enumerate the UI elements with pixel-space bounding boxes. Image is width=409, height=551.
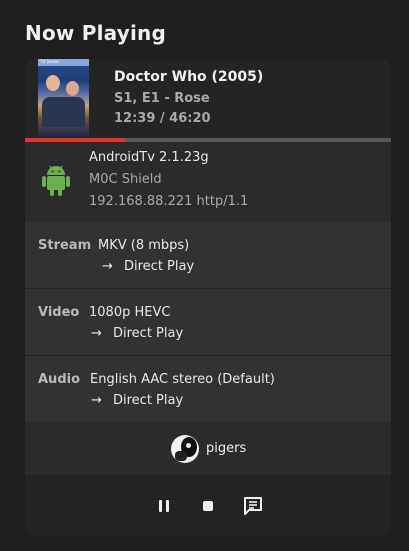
media-header[interactable]: TV Series Doctor Who (2005) S1, E1 - Ros… [25,59,391,138]
video-value: 1080p HEVC [89,305,171,320]
audio-mode: Direct Play [113,393,184,408]
stream-direct-play: → Direct Play [102,259,194,274]
media-title: Doctor Who (2005) [114,69,264,85]
audio-direct-play: → Direct Play [91,393,183,408]
now-playing-card: TV Series Doctor Who (2005) S1, E1 - Ros… [25,59,391,536]
device-name: M0C Shield [89,172,162,187]
video-row: Video 1080p HEVC → Direct Play [25,289,391,355]
arrow-right-icon: → [102,259,113,274]
stream-label: Stream [38,238,92,253]
video-direct-play: → Direct Play [91,326,183,341]
username: pigers [206,441,247,456]
video-label: Video [38,305,80,320]
stream-row: Stream MKV (8 mbps) → Direct Play [25,222,391,288]
playback-controls [25,475,391,536]
pause-icon[interactable] [153,495,175,517]
stream-mode: Direct Play [124,259,195,274]
arrow-right-icon: → [91,393,102,408]
device-app: AndroidTv 2.1.23g [89,150,209,165]
poster-text: TV Series [40,59,59,64]
episode-label: S1, E1 - Rose [114,91,210,106]
device-address: 192.168.88.221 http/1.1 [89,194,249,209]
stop-icon[interactable] [197,495,219,517]
stream-value: MKV (8 mbps) [98,238,190,253]
playback-time: 12:39 / 46:20 [114,111,211,126]
user-info[interactable]: pigers [25,422,391,475]
android-icon [42,165,70,196]
avatar [171,435,199,463]
arrow-right-icon: → [91,326,102,341]
audio-label: Audio [38,372,81,387]
video-mode: Direct Play [113,326,184,341]
device-info: AndroidTv 2.1.23g M0C Shield 192.168.88.… [25,142,391,221]
audio-row: Audio English AAC stereo (Default) → Dire… [25,356,391,422]
audio-value: English AAC stereo (Default) [90,372,275,387]
poster-image: TV Series [38,59,89,136]
page-title: Now Playing [25,21,166,45]
message-icon[interactable] [242,495,264,517]
